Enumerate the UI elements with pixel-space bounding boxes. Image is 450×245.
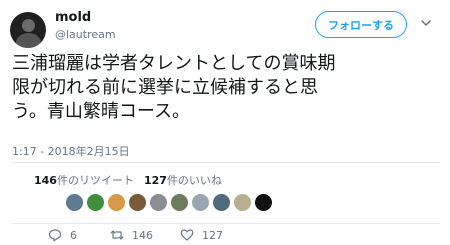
retweet-count: 146 [132, 228, 153, 242]
follow-button[interactable]: フォローする [315, 11, 407, 38]
author-avatar[interactable] [10, 12, 46, 48]
liker-avatar[interactable] [65, 193, 84, 212]
tweet-timestamp[interactable]: 1:17 - 2018年2月15日 [12, 143, 130, 159]
reply-button[interactable]: 6 [48, 228, 110, 242]
retweet-icon [110, 230, 124, 240]
avatar-head [22, 19, 35, 32]
author-display-name[interactable]: mold [55, 10, 91, 25]
author-handle[interactable]: @lautream [55, 28, 116, 41]
avatar-body [16, 33, 41, 48]
like-button[interactable]: 127 [180, 228, 223, 242]
tweet-stats: 146件のリツイート 127件のいいね [34, 172, 222, 188]
follow-button-label: フォローする [328, 18, 394, 32]
tweet-text: 三浦瑠麗は学者タレントとしての賞味期 限が切れる前に選挙に立候補すると思 う。青… [12, 53, 336, 122]
liker-avatar[interactable] [212, 193, 231, 212]
divider [12, 223, 440, 224]
reply-count: 6 [70, 228, 77, 242]
retweets-stat-count: 146 [34, 174, 57, 187]
liker-avatar[interactable] [128, 193, 147, 212]
liker-avatar[interactable] [191, 193, 210, 212]
liker-avatar[interactable] [86, 193, 105, 212]
like-count: 127 [202, 228, 223, 242]
chevron-down-icon[interactable] [419, 16, 433, 30]
liker-avatar[interactable] [233, 193, 252, 212]
liker-avatar[interactable] [107, 193, 126, 212]
liker-avatar[interactable] [170, 193, 189, 212]
liker-avatar[interactable] [254, 193, 273, 212]
divider [12, 162, 440, 163]
liker-avatar[interactable] [149, 193, 168, 212]
reply-icon [48, 229, 62, 242]
heart-icon [180, 229, 194, 241]
likes-stat-count: 127 [143, 174, 167, 187]
likes-stat[interactable]: 127件のいいね [144, 172, 222, 188]
retweets-stat[interactable]: 146件のリツイート [34, 172, 134, 188]
liker-avatars [65, 193, 273, 212]
tweet-actions: 6 146 127 [48, 228, 223, 242]
likes-stat-label: 件のいいね [166, 174, 222, 187]
retweet-button[interactable]: 146 [110, 228, 180, 242]
retweets-stat-label: 件のリツイート [56, 174, 134, 187]
